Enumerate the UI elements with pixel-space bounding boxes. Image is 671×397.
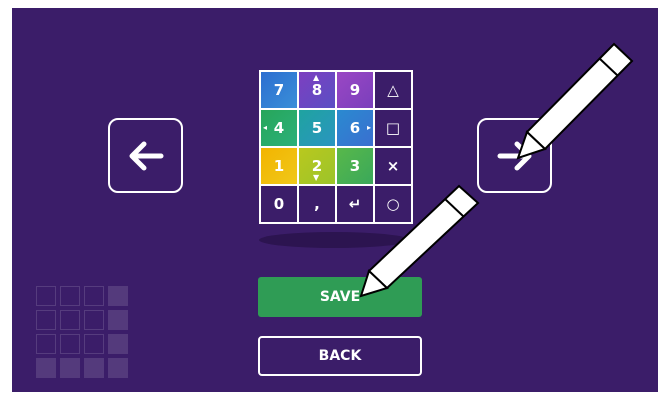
key-label: 4 xyxy=(273,119,285,137)
key-square[interactable]: □ xyxy=(375,110,411,146)
cross-icon: × xyxy=(386,157,400,175)
key-label: 3 xyxy=(349,157,361,175)
mini-keypad-preview xyxy=(36,286,128,378)
key-label: 8 xyxy=(311,81,323,99)
square-icon: □ xyxy=(385,119,401,137)
key-1[interactable]: 1 xyxy=(261,148,297,184)
circle-icon: ○ xyxy=(386,195,400,213)
key-0[interactable]: 0 xyxy=(261,186,297,222)
key-comma[interactable]: , xyxy=(299,186,335,222)
keypad: 7 ▲ 8 9 △ ◂ 4 5 ▸ 6 □ 1 2 ▼ 3 × 0 , ↵ ○ xyxy=(259,70,413,224)
key-label: 6 xyxy=(349,119,361,137)
key-6[interactable]: ▸ 6 xyxy=(337,110,373,146)
triangle-icon: △ xyxy=(387,81,399,99)
save-button[interactable]: SAVE xyxy=(258,277,422,317)
key-label: 9 xyxy=(349,81,361,99)
key-2[interactable]: 2 ▼ xyxy=(299,148,335,184)
key-4[interactable]: ◂ 4 xyxy=(261,110,297,146)
key-7[interactable]: 7 xyxy=(261,72,297,108)
key-label: 0 xyxy=(273,195,285,213)
key-3[interactable]: 3 xyxy=(337,148,373,184)
key-8[interactable]: ▲ 8 xyxy=(299,72,335,108)
game-screen: 7 ▲ 8 9 △ ◂ 4 5 ▸ 6 □ 1 2 ▼ 3 × 0 , ↵ ○ … xyxy=(12,8,658,392)
down-hint-icon: ▼ xyxy=(313,173,320,182)
previous-button[interactable] xyxy=(108,118,183,193)
arrow-left-icon xyxy=(129,141,163,170)
key-label: 5 xyxy=(311,119,323,137)
enter-icon: ↵ xyxy=(348,195,362,213)
up-hint-icon: ▲ xyxy=(313,73,320,82)
keypad-shadow xyxy=(259,232,409,248)
right-hint-icon: ▸ xyxy=(366,123,371,132)
key-enter[interactable]: ↵ xyxy=(337,186,373,222)
key-label: 7 xyxy=(273,81,285,99)
key-cross[interactable]: × xyxy=(375,148,411,184)
next-button[interactable] xyxy=(477,118,552,193)
key-5[interactable]: 5 xyxy=(299,110,335,146)
key-label: , xyxy=(314,195,320,213)
key-triangle[interactable]: △ xyxy=(375,72,411,108)
left-hint-icon: ◂ xyxy=(263,123,268,132)
key-label: 1 xyxy=(273,157,285,175)
key-circle[interactable]: ○ xyxy=(375,186,411,222)
arrow-right-icon xyxy=(497,141,531,170)
back-button[interactable]: BACK xyxy=(258,336,422,376)
key-9[interactable]: 9 xyxy=(337,72,373,108)
